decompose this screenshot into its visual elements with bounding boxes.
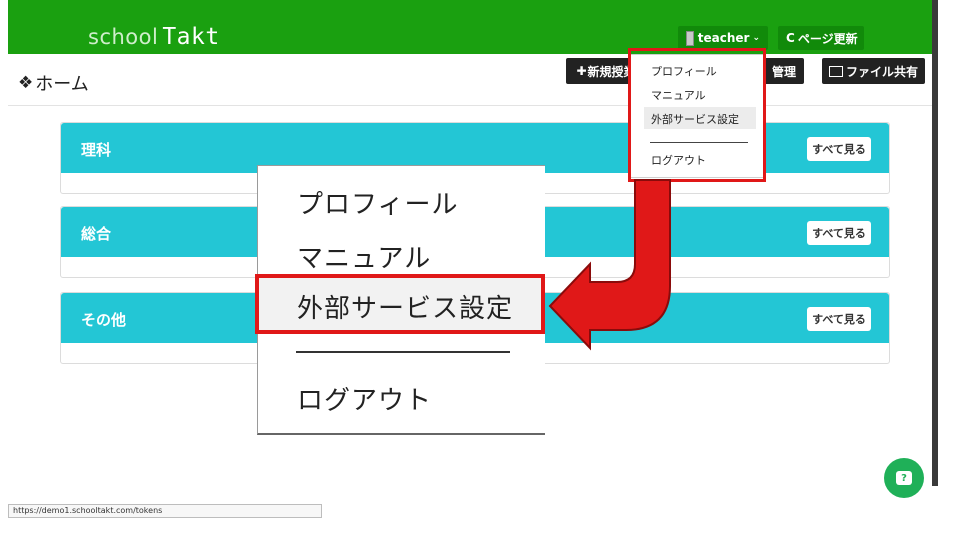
see-all-button[interactable]: すべて見る [807,137,871,161]
status-bar-url: https://demo1.schooltakt.com/tokens [8,504,322,518]
user-name-label: teacher [697,31,750,45]
user-avatar-icon [686,30,694,46]
panel-title: 理科 [81,141,112,159]
magnified-item-manual[interactable]: マニュアル [297,238,431,275]
chevron-down-icon: ⌄ [752,33,760,43]
see-all-button[interactable]: すべて見る [807,221,871,245]
help-chat-button[interactable]: ? [884,458,924,498]
magnified-divider [296,351,510,353]
help-chat-icon: ? [896,471,912,485]
panel-title: その他 [81,311,127,329]
panel-title: 総合 [81,225,112,243]
picture-icon [828,65,843,77]
page-refresh-button[interactable]: C ページ更新 [778,26,864,50]
refresh-icon: C [786,31,795,45]
callout-highlight-box [628,48,766,182]
plus-icon: ✚ [576,64,587,78]
magnified-item-external-services[interactable]: 外部サービス設定 [297,288,513,325]
home-icon: ❖ [18,73,34,93]
app-logo[interactable]: school Takt [88,24,220,50]
manage-label: 管理 [771,64,796,79]
magnified-item-logout[interactable]: ログアウト [297,380,432,417]
logo-school-text: school [88,25,159,49]
logo-takt-text: Takt [162,24,220,50]
magnified-item-profile[interactable]: プロフィール [297,184,458,221]
page-title-text: ホーム [35,74,89,95]
page-title: ❖ ホーム [18,70,89,96]
file-share-button[interactable]: ファイル共有 [822,58,925,84]
refresh-label: ページ更新 [797,31,858,46]
see-all-button[interactable]: すべて見る [807,307,871,331]
user-menu-button[interactable]: teacher ⌄ [678,26,768,50]
file-share-label: ファイル共有 [845,64,918,79]
window-edge [932,0,938,486]
